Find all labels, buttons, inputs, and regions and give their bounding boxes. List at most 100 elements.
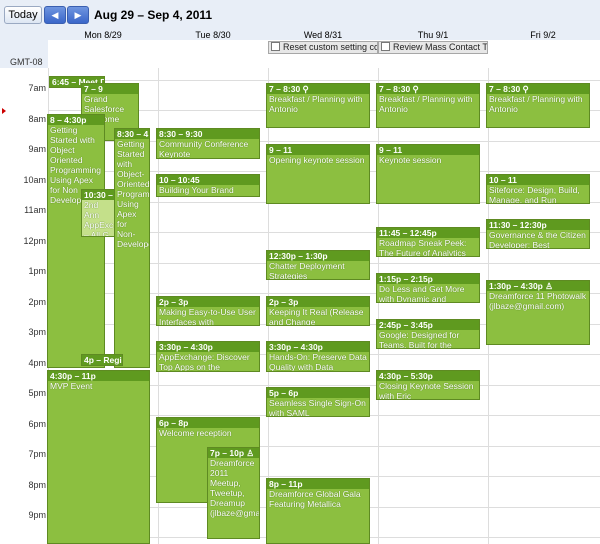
event-breakfast-planning-thu[interactable]: 7 – 8:30 ⚲ Breakfast / Planning with Anto… [376, 83, 480, 128]
day-header-fri[interactable]: Fri 9/2 [488, 30, 598, 40]
hour-label: 9pm [28, 510, 46, 520]
event-preserve-data-quality[interactable]: 3:30p – 4:30p Hands-On: Preserve Data Qua… [266, 341, 370, 372]
allday-event-review-mass-contact[interactable]: Review Mass Contact Tr [378, 41, 488, 54]
event-seamless-sso-saml[interactable]: 5p – 6p Seamless Single Sign-On with SAML [266, 387, 370, 417]
hour-label: 12pm [23, 236, 46, 246]
event-dreamforce-meetup[interactable]: 7p – 10p ♙ Dreamforce 2011 Meetup, Tweetu… [207, 447, 260, 539]
event-title: Community Conference Keynote [159, 139, 249, 159]
hour-label: 7pm [28, 449, 46, 459]
event-title: Google: Designed for Teams, Built for th… [379, 330, 460, 349]
event-title: Welcome reception [159, 428, 232, 438]
hour-label: 9am [28, 144, 46, 154]
day-header-mon[interactable]: Mon 8/29 [48, 30, 158, 40]
event-time: 4p – Regi [82, 355, 122, 365]
event-chatter-deployment[interactable]: 12:30p – 1:30p Chatter Deployment Strateg… [266, 250, 370, 280]
hour-label: 5pm [28, 388, 46, 398]
event-title: Chatter Deployment Strategies [269, 261, 345, 280]
event-google-designed-for-teams[interactable]: 2:45p – 3:45p Google: Designed for Teams,… [376, 319, 480, 349]
event-do-less-get-more[interactable]: 1:15p – 2:15p Do Less and Get More with D… [376, 273, 480, 303]
event-2nd-annual-appexchange[interactable]: 10:30 – 12nd Ann AppExc – All G Wor [81, 189, 115, 237]
checkbox-icon[interactable] [381, 42, 390, 51]
event-time: 7 – 8:30 ⚲ [487, 84, 589, 94]
hour-label: 1pm [28, 266, 46, 276]
checkbox-icon[interactable] [271, 42, 280, 51]
hour-label: 11am [24, 205, 46, 215]
event-time: 8 – 4:30p [48, 115, 104, 125]
hour-label: 8am [28, 114, 46, 124]
event-time: 7 – 9 [82, 84, 138, 94]
day-divider [378, 68, 379, 544]
event-breakfast-planning-wed[interactable]: 7 – 8:30 ⚲ Breakfast / Planning with Anto… [266, 83, 370, 128]
event-title: Getting Started with Object-Oriented Pro… [117, 139, 150, 249]
event-appexchange-discover[interactable]: 3:30p – 4:30p AppExchange: Discover Top A… [156, 341, 260, 372]
event-title: Dreamforce 11 Photowalk (jlbaze@gmail.co… [489, 291, 587, 311]
allday-event-label: Reset custom setting co [283, 42, 378, 52]
timezone-label: GMT-08 [10, 57, 43, 67]
event-time: 10:30 – 1 [82, 190, 114, 200]
event-title: Closing Keynote Session with Eric [379, 381, 474, 400]
hour-line [48, 80, 600, 81]
event-closing-keynote[interactable]: 4:30p – 5:30p Closing Keynote Session wit… [376, 370, 480, 400]
event-time: 6p – 8p [157, 418, 259, 428]
event-time: 7p – 10p ♙ [208, 448, 259, 458]
event-title: Do Less and Get More with Dynamic and [379, 284, 465, 303]
hour-label: 2pm [28, 297, 46, 307]
event-title: Hands-On: Preserve Data Quality with Dat… [269, 352, 367, 372]
event-time: 12:30p – 1:30p [267, 251, 369, 261]
hour-label: 7am [28, 83, 46, 93]
event-title: MVP Event [50, 381, 93, 391]
event-title: Building Your Brand [159, 185, 234, 195]
day-header-wed[interactable]: Wed 8/31 [268, 30, 378, 40]
day-header-tue[interactable]: Tue 8/30 [158, 30, 268, 40]
event-keynote-session[interactable]: 9 – 11 Keynote session [376, 144, 480, 204]
event-time: 10 – 10:45 [157, 175, 259, 185]
event-time: 5p – 6p [267, 388, 369, 398]
event-mvp-event[interactable]: 4:30p – 11p MVP Event [47, 370, 150, 544]
event-time: 8:30 – 9:30 [157, 129, 259, 139]
event-title: Breakfast / Planning with Antonio [379, 94, 473, 114]
time-grid[interactable]: 7am 8am 9am 10am 11am 12pm 1pm 2pm 3pm 4… [0, 68, 600, 544]
event-dreamforce-photowalk[interactable]: 1:30p – 4:30p ♙ Dreamforce 11 Photowalk (… [486, 280, 590, 345]
event-keeping-it-real[interactable]: 2p – 3p Keeping It Real (Release and Chan… [266, 296, 370, 326]
event-getting-started-apex-1[interactable]: 8 – 4:30p Getting Started with Object Ori… [47, 114, 105, 368]
event-time: 7 – 8:30 ⚲ [267, 84, 369, 94]
event-title: Opening keynote session [269, 155, 365, 165]
date-range-title: Aug 29 – Sep 4, 2011 [94, 8, 213, 22]
event-title: Breakfast / Planning with Antonio [489, 94, 583, 114]
event-title: Governance & the Citizen Developer: Best [489, 230, 586, 249]
event-getting-started-apex-2[interactable]: 8:30 – 4: Getting Started with Object-Ori… [114, 128, 150, 368]
event-title: Seamless Single Sign-On with SAML [269, 398, 366, 417]
event-title: Siteforce: Design, Build, Manage, and Ru… [489, 185, 580, 204]
hour-label: 8pm [28, 480, 46, 490]
event-registration[interactable]: 4p – Regi [81, 354, 123, 366]
event-time: 8p – 11p [267, 479, 369, 489]
event-roadmap-sneak-peek[interactable]: 11:45 – 12:45p Roadmap Sneak Peek: The Fu… [376, 227, 480, 257]
event-building-your-brand[interactable]: 10 – 10:45 Building Your Brand [156, 174, 260, 197]
prev-week-button[interactable]: ◀ [44, 6, 66, 24]
today-button[interactable]: Today [4, 6, 42, 24]
event-time: 2p – 3p [157, 297, 259, 307]
hour-label: 4pm [28, 358, 46, 368]
event-title: 2nd Ann AppExc – All G Wor [84, 200, 114, 237]
allday-event-reset-custom-setting[interactable]: Reset custom setting co [268, 41, 378, 54]
event-time: 7 – 8:30 ⚲ [377, 84, 479, 94]
event-breakfast-planning-fri[interactable]: 7 – 8:30 ⚲ Breakfast / Planning with Anto… [486, 83, 590, 128]
event-global-gala[interactable]: 8p – 11p Dreamforce Global Gala Featuring… [266, 478, 370, 544]
event-title: Keeping It Real (Release and Change [269, 307, 364, 326]
event-time: 3:30p – 4:30p [267, 342, 369, 352]
event-siteforce[interactable]: 10 – 11 Siteforce: Design, Build, Manage,… [486, 174, 590, 204]
event-opening-keynote[interactable]: 9 – 11 Opening keynote session [266, 144, 370, 204]
event-time: 10 – 11 [487, 175, 589, 185]
day-header-thu[interactable]: Thu 9/1 [378, 30, 488, 40]
event-time: 2:45p – 3:45p [377, 320, 479, 330]
event-community-conference-keynote[interactable]: 8:30 – 9:30 Community Conference Keynote [156, 128, 260, 159]
event-title: AppExchange: Discover Top Apps on the [159, 352, 250, 372]
event-making-easy-to-use-ui[interactable]: 2p – 3p Making Easy-to-Use User Interface… [156, 296, 260, 326]
event-title: Breakfast / Planning with Antonio [269, 94, 363, 114]
hour-label: 6pm [28, 419, 46, 429]
event-time: 2p – 3p [267, 297, 369, 307]
next-week-button[interactable]: ▶ [67, 6, 89, 24]
event-governance-citizen-developer[interactable]: 11:30 – 12:30p Governance & the Citizen D… [486, 219, 590, 249]
event-title: Making Easy-to-Use User Interfaces with [159, 307, 256, 326]
event-title: Dreamforce 2011 Meetup, Tweetup, Dreamup… [210, 458, 260, 518]
